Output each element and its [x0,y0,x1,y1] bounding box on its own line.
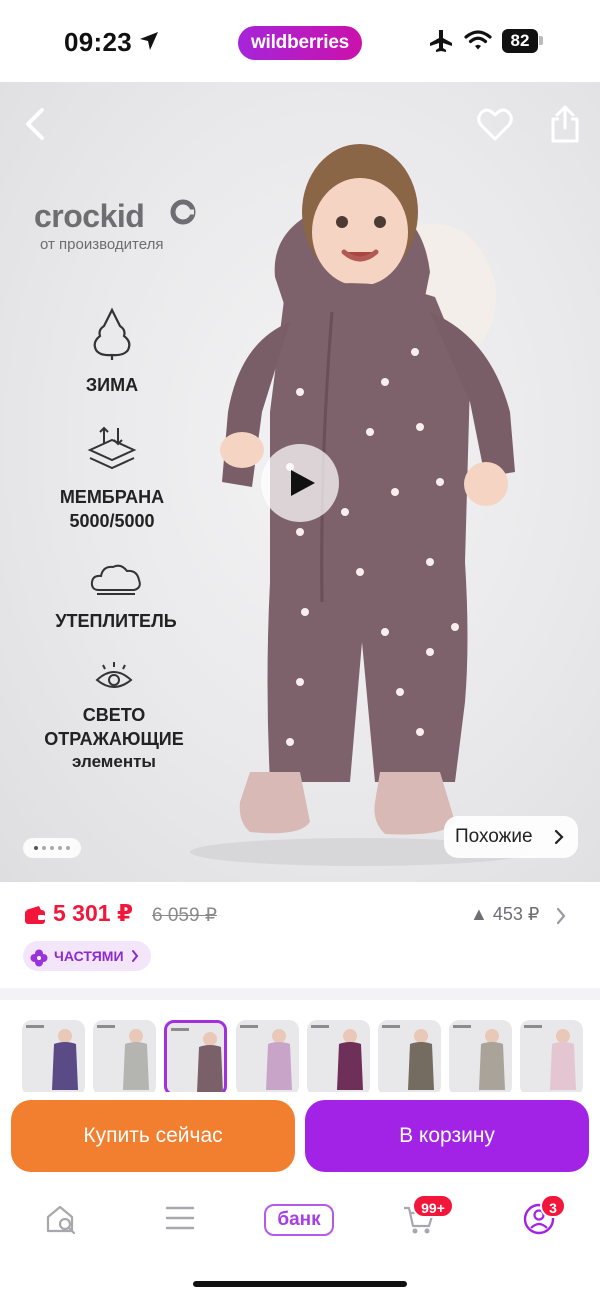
color-variant-thumbnail[interactable] [307,1020,370,1096]
play-icon [291,470,315,496]
carousel-dot [66,846,70,850]
buy-now-button[interactable]: Купить сейчас [11,1100,295,1172]
feature-winter: ЗИМА [12,306,212,397]
color-variant-thumbnail[interactable] [22,1020,85,1096]
feature-insulation: УТЕПЛИТЕЛЬ [16,560,216,633]
installments-label: ЧАСТЯМИ [54,948,124,964]
bank-tab[interactable]: банк [264,1204,334,1236]
carousel-dot [34,846,38,850]
fir-tree-icon [12,306,212,367]
thumb-logo [382,1025,400,1028]
wildberries-pill[interactable]: wildberries [238,26,362,60]
thumb-kid [550,1029,576,1090]
play-video-button[interactable] [261,444,339,522]
status-time: 09:23 [64,27,132,57]
carousel-dot [42,846,46,850]
location-arrow-icon [138,30,160,57]
cloud-insulation-icon [16,560,216,603]
feature-reflective-sub: элементы [72,752,156,771]
favorite-heart-icon[interactable] [477,108,513,147]
thumb-kid [123,1029,149,1090]
thumb-logo [524,1025,542,1028]
share-icon[interactable] [549,104,581,149]
color-variants-strip [0,1000,600,1096]
thumb-kid [479,1029,505,1090]
chevron-right-icon [131,941,139,981]
similar-label: Похожие [455,826,533,847]
section-divider [0,988,600,1000]
feature-membrane: МЕМБРАНА 5000/5000 [12,422,212,533]
thumb-kid [52,1029,78,1090]
color-variant-thumbnail[interactable] [236,1020,299,1096]
status-bar: 09:23 wildberries 82 [0,0,600,82]
chevron-right-icon [554,816,564,874]
home-search-icon[interactable] [44,1202,78,1241]
catalog-menu-icon[interactable] [164,1204,196,1237]
thumb-kid [197,1032,223,1093]
airplane-mode-icon [428,28,454,59]
color-variant-thumbnail[interactable] [93,1020,156,1096]
thumb-logo [26,1025,44,1028]
feature-membrane-line-1: МЕМБРАНА [59,487,165,507]
feature-reflective: СВЕТО ОТРАЖАЮЩИЕ элементы [14,660,214,773]
wallet-icon [23,904,47,931]
carousel-dot [58,846,62,850]
eye-icon [14,660,214,697]
current-price: 5 301 ₽ [53,900,133,926]
thumb-kid [266,1029,292,1090]
thumb-kid [337,1029,363,1090]
feature-membrane-line-2: 5000/5000 [69,511,155,531]
old-price: 6 059 ₽ [152,905,217,926]
feature-insulation-line-1: УТЕПЛИТЕЛЬ [55,611,177,631]
thumb-logo [97,1025,115,1028]
price-section: 5 301 ₽ 6 059 ₽ ▲ 453 ₽ ЧАСТЯМИ [0,882,600,988]
thumb-logo [453,1025,471,1028]
color-variant-thumbnail-selected[interactable] [164,1020,227,1096]
clover-icon [30,947,48,977]
brand-logo-mark-icon [170,199,196,230]
brand-subtitle: от производителя [40,236,164,253]
installments-button[interactable]: ЧАСТЯМИ [23,941,151,971]
carousel-dots [23,838,81,858]
color-variant-thumbnail[interactable] [378,1020,441,1096]
chevron-right-icon[interactable] [555,905,567,932]
color-variant-thumbnail[interactable] [449,1020,512,1096]
thumb-logo [311,1025,329,1028]
cart-badge: 99+ [412,1194,454,1218]
purchase-actions: Купить сейчас В корзину [0,1092,600,1184]
brand-logo: crockid [34,198,145,234]
product-photo-gallery[interactable]: crockid от производителя ЗИМА МЕМБРАНА 5… [0,82,600,882]
similar-products-button[interactable]: Похожие [444,816,578,858]
wifi-icon [464,28,492,57]
membrane-icon [12,422,212,479]
feature-winter-line-1: ЗИМА [85,375,139,395]
thumb-logo [240,1025,258,1028]
price-history[interactable]: ▲ 453 ₽ [470,904,539,925]
thumb-kid [408,1029,434,1090]
color-variant-thumbnail[interactable] [520,1020,583,1096]
bottom-tab-bar: банк 99+ 3 [0,1184,600,1300]
thumb-logo [171,1028,189,1031]
feature-reflective-line-1: СВЕТО [82,705,146,725]
battery-tip [539,36,543,45]
add-to-cart-button[interactable]: В корзину [305,1100,589,1172]
carousel-dot [50,846,54,850]
back-icon[interactable] [22,106,48,147]
battery-level: 82 [502,29,538,53]
home-indicator [193,1281,407,1287]
feature-reflective-line-2: ОТРАЖАЮЩИЕ [44,729,184,749]
profile-badge: 3 [540,1194,566,1218]
